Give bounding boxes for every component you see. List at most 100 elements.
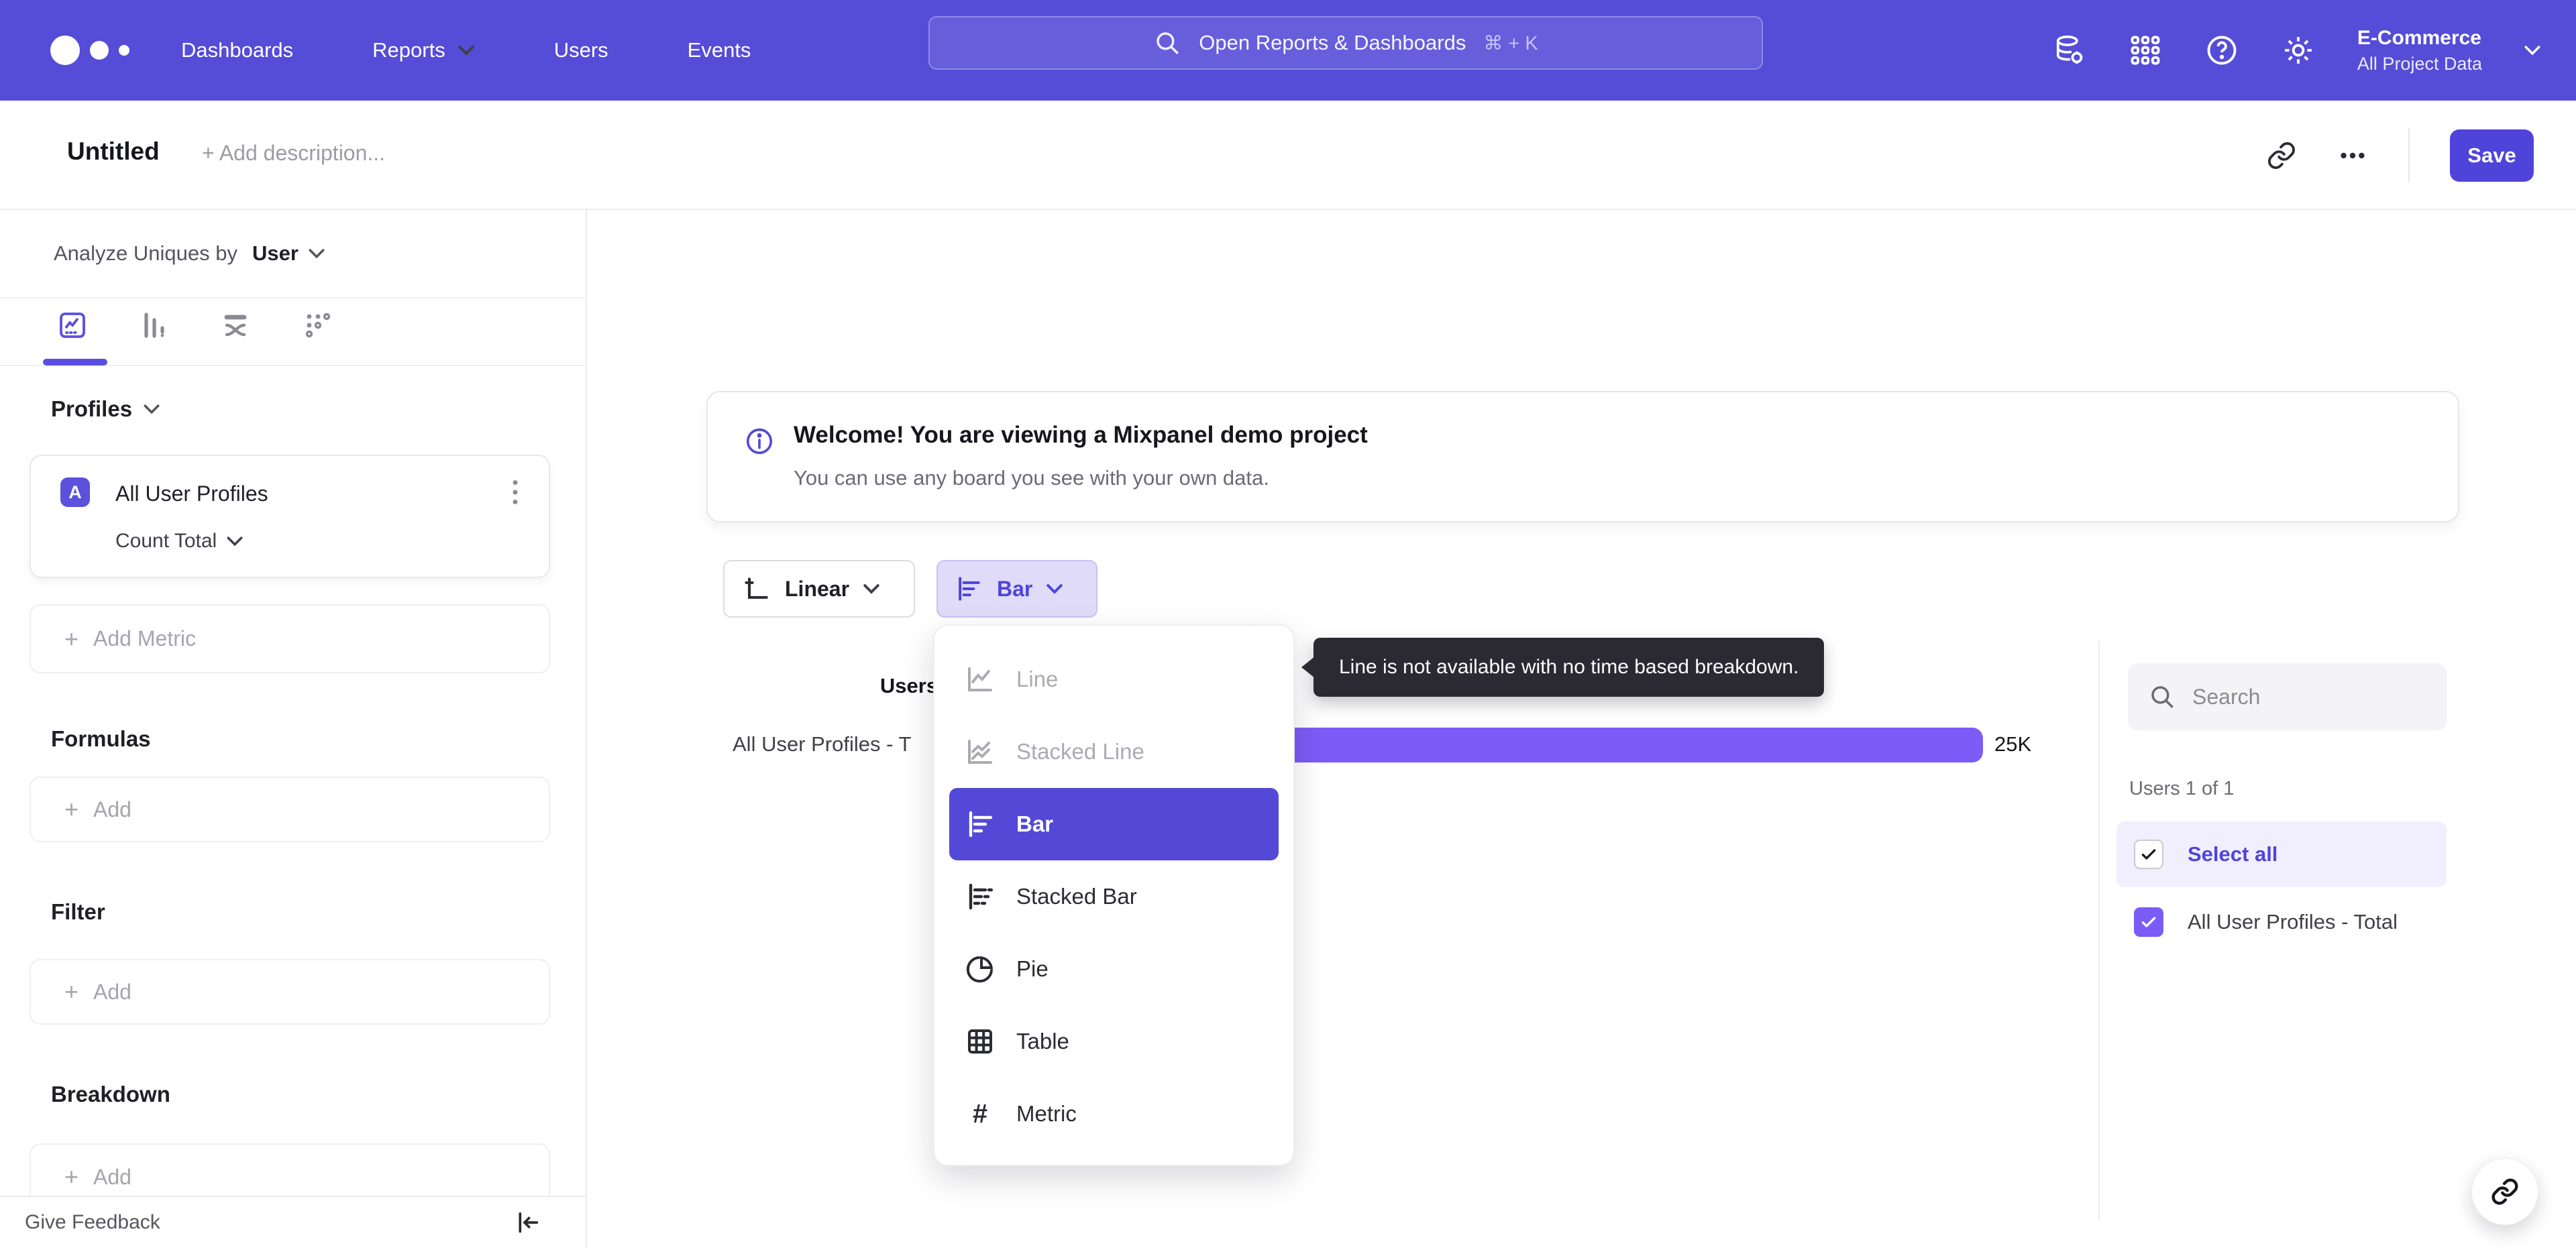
apps-grid-icon[interactable]	[2128, 33, 2163, 68]
nav-reports[interactable]: Reports	[372, 38, 475, 62]
menu-item-metric[interactable]: # Metric	[949, 1078, 1279, 1150]
project-scope: All Project Data	[2357, 53, 2482, 74]
add-filter-button[interactable]: + Add	[30, 959, 550, 1025]
toolbar-divider	[2408, 128, 2410, 182]
sidebar-footer: Give Feedback	[0, 1196, 586, 1248]
query-builder-sidebar: Analyze Uniques by User Profiles A All U…	[0, 210, 587, 1248]
metric-name[interactable]: All User Profiles	[115, 481, 268, 506]
tab-flows[interactable]	[220, 309, 252, 341]
bar-chart-icon	[959, 577, 980, 601]
menu-item-table[interactable]: Table	[949, 1005, 1279, 1078]
line-chart-icon	[968, 667, 992, 691]
chevron-down-icon	[1046, 584, 1063, 594]
legend-search-box[interactable]	[2128, 663, 2447, 730]
disabled-option-tooltip: Line is not available with no time based…	[1301, 638, 1825, 697]
metric-options-icon[interactable]	[502, 475, 529, 510]
add-metric-button[interactable]: + Add Metric	[30, 604, 550, 673]
pie-chart-icon	[966, 956, 994, 983]
analyze-label: Analyze Uniques by	[54, 241, 237, 265]
legend-item-label: All User Profiles - Total	[2188, 910, 2398, 933]
chevron-down-icon	[458, 46, 474, 56]
select-all-checkbox[interactable]	[2134, 840, 2163, 869]
project-name: E-Commerce	[2357, 26, 2481, 49]
menu-item-pie[interactable]: Pie	[949, 933, 1279, 1005]
plus-icon: +	[64, 978, 79, 1005]
chart-type-dropdown-button[interactable]: Bar	[936, 560, 1097, 618]
breakdown-section-label: Breakdown	[51, 1082, 170, 1107]
search-icon	[2151, 686, 2174, 708]
tab-insights[interactable]	[56, 309, 89, 341]
table-icon	[968, 1029, 992, 1054]
aggregation-dropdown[interactable]: Count Total	[115, 530, 244, 553]
metric-card[interactable]: A All User Profiles Count Total	[30, 455, 550, 578]
report-header: Untitled + Add description... Save	[0, 101, 2576, 210]
add-description-field[interactable]: + Add description...	[202, 141, 385, 166]
menu-item-bar[interactable]: Bar	[949, 788, 1279, 860]
info-icon	[746, 428, 773, 455]
menu-item-stacked-line[interactable]: Stacked Line	[949, 716, 1279, 788]
global-search-button[interactable]: Open Reports & Dashboards ⌘ + K	[928, 16, 1763, 70]
settings-gear-icon[interactable]	[2281, 33, 2316, 68]
analyze-uniques-row: Analyze Uniques by User	[0, 210, 586, 298]
axis-scale-icon	[745, 577, 768, 599]
nav-events[interactable]: Events	[688, 38, 751, 62]
nav-users[interactable]: Users	[554, 38, 608, 62]
chart-bar-value: 25K	[1994, 732, 2032, 756]
chart-type-menu: Line Stacked Line Bar Stacked Bar Pie Ta	[933, 624, 1295, 1166]
mixpanel-insights-report: Dashboards Reports Users Events Open Rep…	[0, 0, 2576, 1248]
legend-panel-divider	[2098, 640, 2100, 1221]
select-all-row[interactable]: Select all	[2116, 821, 2447, 887]
chevron-down-icon	[144, 404, 160, 414]
formulas-section-label: Formulas	[51, 726, 151, 751]
analyze-value-dropdown[interactable]: User	[252, 241, 299, 266]
report-title[interactable]: Untitled	[67, 137, 160, 166]
more-options-icon[interactable]	[2337, 140, 2368, 171]
tab-retention[interactable]	[302, 309, 334, 341]
nav-dashboards[interactable]: Dashboards	[181, 38, 293, 62]
profiles-section-header[interactable]: Profiles	[51, 396, 160, 422]
demo-project-banner: Welcome! You are viewing a Mixpanel demo…	[706, 391, 2459, 522]
search-icon	[1157, 32, 1179, 54]
bar-chart-icon	[969, 811, 993, 838]
give-feedback-link[interactable]: Give Feedback	[25, 1211, 160, 1234]
hash-icon: #	[972, 1098, 988, 1129]
save-button[interactable]: Save	[2450, 129, 2534, 182]
scale-dropdown-button[interactable]: Linear	[723, 560, 915, 618]
tooltip-arrow	[1301, 657, 1315, 678]
mixpanel-logo-icon[interactable]	[48, 30, 142, 70]
legend-item-row[interactable]: All User Profiles - Total	[2116, 892, 2447, 952]
search-placeholder: Open Reports & Dashboards	[1199, 31, 1466, 54]
nav-right-controls: E-Commerce All Project Data	[2051, 0, 2541, 101]
metric-badge: A	[60, 477, 90, 507]
report-type-tabs	[0, 298, 586, 366]
banner-title: Welcome! You are viewing a Mixpanel demo…	[794, 422, 1368, 448]
nav-links: Dashboards Reports Users Events	[181, 0, 751, 101]
plus-icon: +	[64, 624, 79, 653]
stacked-bar-chart-icon	[969, 883, 994, 910]
legend-item-checkbox[interactable]	[2134, 907, 2163, 937]
plus-icon: +	[64, 795, 79, 823]
filter-section-label: Filter	[51, 899, 105, 924]
legend-search-input[interactable]	[2192, 684, 2414, 710]
collapse-sidebar-icon[interactable]	[515, 1209, 541, 1236]
data-management-icon[interactable]	[2051, 33, 2086, 68]
chevron-down-icon	[309, 249, 325, 259]
tab-funnels[interactable]	[138, 309, 170, 341]
share-link-fab[interactable]	[2471, 1158, 2538, 1225]
copy-link-icon[interactable]	[2266, 140, 2297, 171]
chevron-down-icon	[863, 584, 879, 594]
add-formula-button[interactable]: + Add	[30, 777, 550, 842]
menu-item-stacked-bar[interactable]: Stacked Bar	[949, 860, 1279, 933]
help-icon[interactable]	[2204, 33, 2239, 68]
chevron-down-icon	[227, 536, 243, 547]
plus-icon: +	[64, 1163, 79, 1190]
report-toolbar: Save	[2266, 101, 2534, 210]
legend-count-label: Users 1 of 1	[2129, 778, 2235, 799]
active-tab-indicator	[43, 359, 107, 365]
menu-item-line[interactable]: Line	[949, 643, 1279, 716]
chart-row-label: All User Profiles - T	[733, 732, 912, 756]
project-switcher[interactable]: E-Commerce All Project Data	[2357, 27, 2482, 74]
banner-subtitle: You can use any board you see with your …	[794, 466, 1269, 490]
chevron-down-icon	[2524, 46, 2540, 56]
search-shortcut: ⌘ + K	[1483, 32, 1538, 54]
